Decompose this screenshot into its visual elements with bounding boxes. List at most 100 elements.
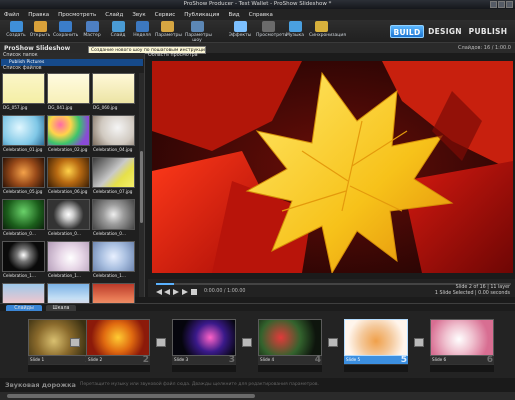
design-mode-button[interactable]: DESIGN [426,25,464,38]
play-icon[interactable] [173,289,179,295]
file-item[interactable]: Celebration_06.jpg [47,157,90,198]
slide-list-scrollbar[interactable] [0,392,515,400]
slide-name[interactable]: Slide 4 [258,356,322,364]
rewind-icon[interactable] [156,289,162,295]
publish-mode-button[interactable]: PUBLISH [468,25,508,38]
file-item[interactable]: DG_041.jpg [47,73,90,114]
slide-2[interactable]: Slide 22 [86,319,152,376]
menu-item-2[interactable]: Просмотреть [58,12,96,18]
prev-slide-icon[interactable] [164,289,170,295]
next-slide-icon[interactable] [182,289,188,295]
file-thumbnail[interactable] [47,199,90,230]
slide-thumbnail[interactable] [258,319,322,356]
slide-sound-bar[interactable] [430,364,494,372]
file-item[interactable]: Celebration_1... [47,241,90,282]
file-item[interactable]: Celebration_04.jpg [92,115,135,156]
file-item[interactable]: Celebration_0... [47,199,90,240]
slide-thumbnail[interactable] [172,319,236,356]
slide-name[interactable]: Slide 1 [28,356,92,364]
toolbar-button-music[interactable]: Музыка [283,21,307,41]
toolbar-button-sync[interactable]: Синхронизация [309,21,346,41]
toolbar-label: Музыка [286,33,304,38]
file-item[interactable]: Celebration_07.jpg [92,157,135,198]
transition-icon[interactable] [414,338,424,347]
slide-4[interactable]: Slide 44 [258,319,324,376]
slide-name[interactable]: Slide 5 [344,356,408,364]
toolbar-button-wizard[interactable]: Мастер [80,21,104,41]
file-thumbnail[interactable] [47,157,90,188]
stop-icon[interactable] [191,289,197,295]
transition-icon[interactable] [70,338,80,347]
file-item[interactable]: Celebration_01.jpg [2,115,45,156]
scrollbar-thumb[interactable] [140,151,143,223]
toolbar-button-effects[interactable]: Эффекты [228,21,252,41]
slide-sound-bar[interactable] [86,364,150,372]
toolbar-button-save[interactable]: Сохранить [53,21,78,41]
close-button[interactable] [506,1,513,8]
file-thumbnail[interactable] [47,73,90,104]
slide-3[interactable]: Slide 33 [172,319,238,376]
file-item[interactable]: Celebration_02.jpg [47,115,90,156]
file-item[interactable]: Celebration_0... [2,199,45,240]
file-thumbnail[interactable] [92,73,135,104]
slide-sound-bar[interactable] [258,364,322,372]
slide-name[interactable]: Slide 6 [430,356,494,364]
file-thumbnail[interactable] [2,115,45,146]
slide-1[interactable]: Slide 11 [28,319,94,376]
toolbar-button-open[interactable]: Открыть [28,21,52,41]
soundtrack-area[interactable]: Звуковая дорожка Перетащите музыку или з… [0,378,515,392]
file-item[interactable]: Celebration_1... [92,241,135,282]
file-thumbnail[interactable] [92,157,135,188]
minimize-button[interactable] [490,1,497,8]
slide-sound-bar[interactable] [344,364,408,372]
file-list-scrollbar[interactable] [139,73,144,297]
file-thumbnail[interactable] [2,157,45,188]
slide-thumbnail[interactable] [28,319,92,356]
slide-sound-bar[interactable] [28,364,92,372]
toolbar-button-slide-options[interactable]: Неделя [130,21,154,41]
scrollbar-thumb[interactable] [7,394,255,398]
slide-5[interactable]: Slide 55 [344,319,410,376]
slide-name[interactable]: Slide 3 [172,356,236,364]
slide-thumbnail[interactable] [344,319,408,356]
playback-time: 0:00.00 / 1:00.00 [204,289,246,294]
file-item[interactable]: Celebration_1... [2,241,45,282]
file-thumbnail[interactable] [92,115,135,146]
file-item[interactable]: DG_057.jpg [2,73,45,114]
file-item[interactable]: Celebration_0... [92,199,135,240]
transition-icon[interactable] [156,338,166,347]
toolbar-button-preview[interactable]: Просмотреть [256,21,287,41]
menu-item-8[interactable]: Справка [249,12,273,18]
file-item[interactable]: Celebration_05.jpg [2,157,45,198]
menu-item-5[interactable]: Сервис [155,12,176,18]
toolbar-button-add-slide[interactable]: Слайд [106,21,130,41]
slide-sound-bar[interactable] [172,364,236,372]
menu-item-4[interactable]: Звук [132,12,145,18]
file-thumbnail[interactable] [92,199,135,230]
file-thumbnail[interactable] [47,115,90,146]
build-mode-button[interactable]: BUILD [390,25,424,38]
menu-item-0[interactable]: Файл [4,12,19,18]
file-thumbnail[interactable] [47,241,90,272]
transition-icon[interactable] [328,338,338,347]
slide-thumbnail[interactable] [430,319,494,356]
slide-name[interactable]: Slide 2 [86,356,150,364]
menu-item-6[interactable]: Публикация [184,12,219,18]
maximize-button[interactable] [498,1,505,8]
file-thumbnail[interactable] [92,241,135,272]
file-item[interactable]: DG_060.jpg [92,73,135,114]
toolbar-label: Параметры [155,33,182,38]
slide-6[interactable]: Slide 66 [430,319,496,376]
menu-item-3[interactable]: Слайд [105,12,123,18]
toolbar-button-options[interactable]: Параметры [155,21,182,41]
toolbar-button-new-show[interactable]: Создать [4,21,28,41]
file-thumbnail[interactable] [2,241,45,272]
folder-path[interactable]: Publish Pictures [1,59,143,66]
toolbar-button-show-options[interactable]: Параметры шоу [185,21,212,43]
slide-thumbnail[interactable] [86,319,150,356]
menu-item-7[interactable]: Вид [228,12,239,18]
file-thumbnail[interactable] [2,199,45,230]
file-thumbnail[interactable] [2,73,45,104]
menu-item-1[interactable]: Правка [28,12,49,18]
transition-icon[interactable] [242,338,252,347]
